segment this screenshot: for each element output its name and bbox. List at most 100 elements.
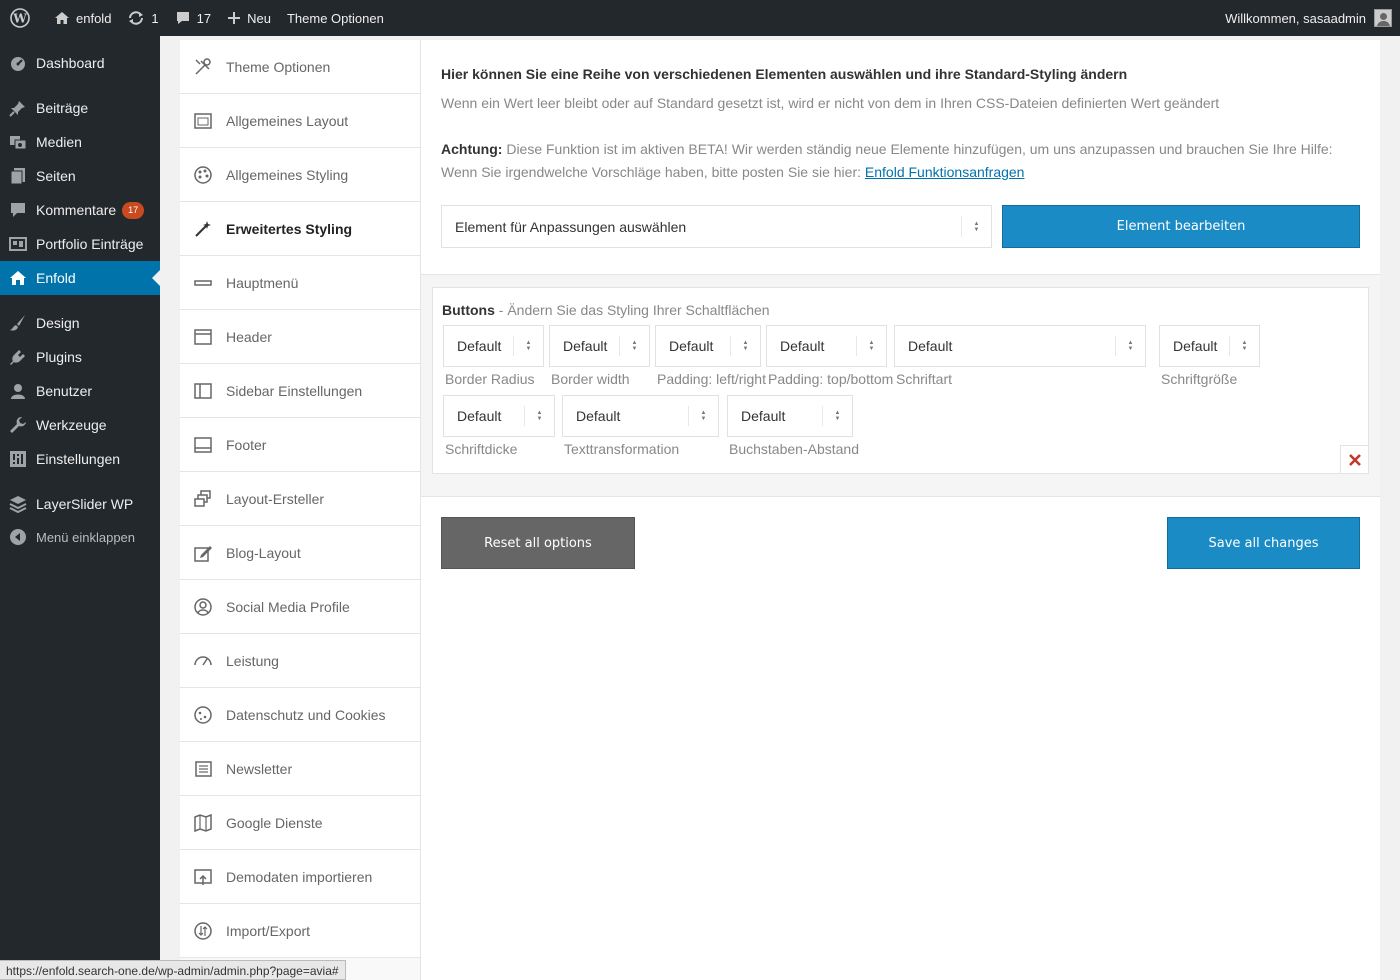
letter-spacing-select[interactable]: Default ▲ ▼ — [727, 395, 853, 437]
comments-badge: 17 — [122, 201, 145, 219]
options-nav-theme-optionen[interactable]: Theme Optionen — [180, 40, 420, 94]
settings-icon — [0, 450, 36, 468]
padding-left-right-select[interactable]: Default ▲ ▼ — [655, 325, 761, 367]
sidebar-icon — [180, 381, 226, 401]
comments-count: 17 — [196, 10, 212, 26]
element-select-value: Element für Anpassungen auswählen — [455, 218, 687, 235]
options-nav-hauptmenue[interactable]: Hauptmenü — [180, 256, 420, 310]
feature-request-link[interactable]: Enfold Funktionsanfragen — [865, 164, 1025, 180]
font-size-select[interactable]: Default ▲ ▼ — [1159, 325, 1260, 367]
menu-item-benutzer[interactable]: Benutzer — [0, 374, 160, 408]
select-value: Default — [457, 338, 502, 354]
options-nav-label: Allgemeines Layout — [226, 112, 349, 129]
options-nav-leistung[interactable]: Leistung — [180, 634, 420, 688]
options-nav-datenschutz[interactable]: Datenschutz und Cookies — [180, 688, 420, 742]
options-nav-social-media[interactable]: Social Media Profile — [180, 580, 420, 634]
border-width-select[interactable]: Default ▲ ▼ — [549, 325, 650, 367]
options-nav-sidebar[interactable]: Sidebar Einstellungen — [180, 364, 420, 418]
save-all-button[interactable]: Save all changes — [1167, 517, 1360, 569]
status-bar-url: https://enfold.search-one.de/wp-admin/ad… — [0, 960, 346, 980]
select-arrows-icon: ▲ ▼ — [730, 336, 760, 356]
menu-item-werkzeuge[interactable]: Werkzeuge — [0, 408, 160, 442]
new-content-link[interactable]: Neu — [219, 0, 279, 36]
menu-item-portfolio[interactable]: Portfolio Einträge — [0, 227, 160, 261]
options-nav-layout-ersteller[interactable]: Layout-Ersteller — [180, 472, 420, 526]
select-value: Default — [576, 408, 621, 424]
menu-collapse-button[interactable]: Menü einklappen — [0, 520, 160, 554]
palette-icon — [180, 165, 226, 185]
reset-all-button[interactable]: Reset all options — [441, 517, 635, 569]
layout-icon — [180, 111, 226, 131]
comments-link[interactable]: 17 — [167, 0, 219, 36]
menu-item-plugins[interactable]: Plugins — [0, 340, 160, 374]
pin-icon — [0, 99, 36, 117]
menu-label: Enfold — [36, 270, 76, 286]
font-family-select[interactable]: Default ▲ ▼ — [894, 325, 1146, 367]
border-radius-label: Border Radius — [445, 371, 535, 387]
options-nav-label: Import/Export — [226, 922, 311, 939]
menu-label: Einstellungen — [36, 451, 121, 467]
menu-item-layerslider[interactable]: LayerSlider WP — [0, 487, 160, 521]
select-value: Default — [563, 338, 608, 354]
padding-top-bottom-select[interactable]: Default ▲ ▼ — [766, 325, 887, 367]
edit-icon — [180, 543, 226, 563]
notice-label: Achtung: — [441, 141, 503, 157]
options-nav-google-dienste[interactable]: Google Dienste — [180, 796, 420, 850]
menu-label: Medien — [36, 134, 82, 150]
options-nav-demodaten[interactable]: Demodaten importieren — [180, 850, 420, 904]
theme-options-label: Theme Optionen — [286, 10, 384, 26]
select-arrows-icon: ▲ ▼ — [524, 406, 554, 426]
beta-notice: Achtung: Diese Funktion ist im aktiven B… — [441, 138, 1361, 184]
select-arrows-icon: ▲ ▼ — [1229, 336, 1259, 356]
options-nav-label: Theme Optionen — [226, 58, 331, 75]
options-nav-import-export[interactable]: Import/Export — [180, 904, 420, 958]
font-weight-select[interactable]: Default ▲ ▼ — [443, 395, 555, 437]
remove-element-button[interactable] — [1340, 445, 1369, 474]
magic-wand-icon — [180, 219, 226, 239]
menu-item-kommentare[interactable]: Kommentare 17 — [0, 193, 160, 227]
site-name-link[interactable]: enfold — [46, 0, 119, 36]
scrollbar[interactable] — [1380, 36, 1400, 980]
close-icon — [1348, 453, 1361, 466]
options-nav-newsletter[interactable]: Newsletter — [180, 742, 420, 796]
wrench-icon — [0, 416, 36, 434]
select-arrows-icon: ▲ ▼ — [856, 336, 886, 356]
options-nav-header[interactable]: Header — [180, 310, 420, 364]
home-icon — [55, 12, 69, 24]
options-nav-allgemeines-styling[interactable]: Allgemeines Styling — [180, 148, 420, 202]
updates-link[interactable]: 1 — [119, 0, 166, 36]
refresh-icon — [129, 11, 144, 25]
element-select[interactable]: Element für Anpassungen auswählen ▲ ▼ — [441, 205, 992, 248]
my-account[interactable]: Willkommen, sasaadmin — [1225, 9, 1400, 27]
home-icon — [0, 269, 36, 287]
font-weight-label: Schriftdicke — [445, 441, 518, 457]
options-nav-label: Google Dienste — [226, 814, 323, 831]
updates-count: 1 — [151, 10, 159, 26]
theme-options-link[interactable]: Theme Optionen — [279, 0, 392, 36]
text-transform-select[interactable]: Default ▲ ▼ — [562, 395, 719, 437]
options-nav-blog-layout[interactable]: Blog-Layout — [180, 526, 420, 580]
menu-item-einstellungen[interactable]: Einstellungen — [0, 442, 160, 476]
menu-item-enfold[interactable]: Enfold — [0, 261, 160, 295]
options-nav-footer[interactable]: Footer — [180, 418, 420, 472]
menu-item-beitraege[interactable]: Beiträge — [0, 91, 160, 125]
options-nav-label: Blog-Layout — [226, 544, 301, 561]
menu-label: Dashboard — [36, 55, 105, 71]
edit-element-button[interactable]: Element bearbeiten — [1002, 205, 1360, 248]
options-nav-allgemeines-layout[interactable]: Allgemeines Layout — [180, 94, 420, 148]
options-nav-label: Datenschutz und Cookies — [226, 706, 386, 723]
options-nav-label: Hauptmenü — [226, 274, 299, 291]
menu-item-dashboard[interactable]: Dashboard — [0, 46, 160, 80]
select-value: Default — [1173, 338, 1218, 354]
site-name: enfold — [76, 10, 112, 26]
user-icon — [0, 382, 36, 400]
wordpress-logo-icon[interactable]: W — [0, 0, 46, 36]
menu-item-seiten[interactable]: Seiten — [0, 159, 160, 193]
border-radius-select[interactable]: Default ▲ ▼ — [443, 325, 544, 367]
letter-spacing-label: Buchstaben-Abstand — [729, 441, 859, 457]
text-transform-label: Texttransformation — [564, 441, 680, 457]
menu-item-design[interactable]: Design — [0, 306, 160, 340]
menu-item-medien[interactable]: Medien — [0, 125, 160, 159]
options-nav-erweitertes-styling[interactable]: Erweitertes Styling — [180, 202, 420, 256]
page-heading: Hier können Sie eine Reihe von verschied… — [441, 66, 1128, 82]
